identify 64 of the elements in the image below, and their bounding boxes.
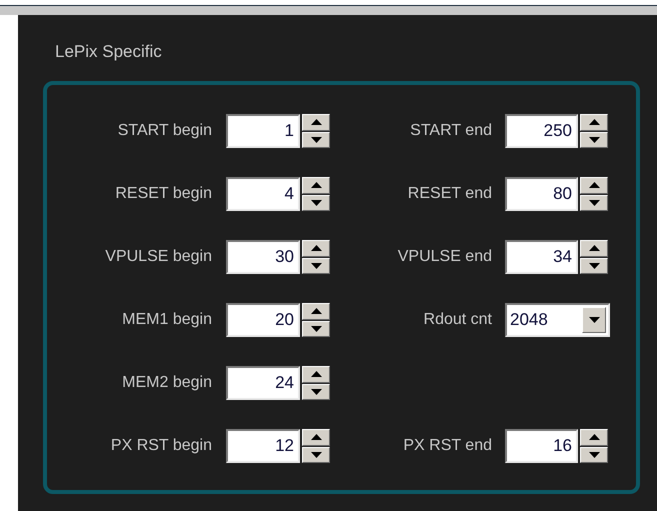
increment-button[interactable] bbox=[302, 114, 330, 130]
number-field[interactable]: 24 bbox=[226, 366, 300, 400]
field-label: START end bbox=[409, 121, 492, 141]
decrement-button[interactable] bbox=[302, 258, 330, 274]
increment-button[interactable] bbox=[302, 240, 330, 256]
up-triangle-icon bbox=[588, 119, 600, 126]
number-field[interactable]: 250 bbox=[505, 114, 578, 148]
down-triangle-icon bbox=[310, 326, 322, 332]
number-field[interactable]: 4 bbox=[226, 177, 300, 211]
increment-button[interactable] bbox=[580, 114, 608, 130]
down-triangle-icon bbox=[310, 388, 322, 395]
number-field[interactable]: 20 bbox=[226, 303, 300, 337]
up-triangle-icon bbox=[588, 182, 600, 188]
decrement-button[interactable] bbox=[302, 320, 330, 337]
up-triangle-icon bbox=[310, 119, 322, 126]
field-label: START begin bbox=[116, 121, 212, 141]
down-triangle-icon bbox=[588, 452, 600, 458]
down-triangle-icon bbox=[588, 200, 600, 206]
down-triangle-icon bbox=[310, 452, 322, 458]
field-label: VPULSE begin bbox=[104, 247, 212, 267]
up-triangle-icon bbox=[310, 308, 322, 314]
increment-button[interactable] bbox=[302, 177, 330, 194]
dropdown[interactable]: 2048 bbox=[505, 303, 610, 337]
panel-title: LePix Specific bbox=[55, 41, 162, 63]
decrement-button[interactable] bbox=[302, 194, 330, 211]
number-field[interactable]: 16 bbox=[505, 429, 578, 463]
decrement-button[interactable] bbox=[580, 194, 608, 211]
increment-button[interactable] bbox=[302, 303, 330, 320]
number-field[interactable]: 12 bbox=[226, 429, 300, 463]
field-label: PX RST begin bbox=[110, 436, 212, 456]
up-triangle-icon bbox=[588, 434, 600, 440]
up-triangle-icon bbox=[310, 434, 322, 440]
down-triangle-icon bbox=[588, 317, 600, 323]
number-field[interactable]: 34 bbox=[505, 240, 578, 274]
increment-button[interactable] bbox=[302, 366, 330, 382]
down-triangle-icon bbox=[310, 200, 322, 206]
decrement-button[interactable] bbox=[580, 132, 608, 148]
down-triangle-icon bbox=[588, 262, 600, 269]
up-triangle-icon bbox=[588, 245, 600, 252]
field-label: VPULSE end bbox=[396, 247, 492, 267]
field-label: PX RST end bbox=[402, 436, 492, 456]
number-field[interactable]: 1 bbox=[226, 114, 300, 148]
number-field[interactable]: 30 bbox=[226, 240, 300, 274]
down-triangle-icon bbox=[588, 136, 600, 143]
increment-button[interactable] bbox=[302, 429, 330, 446]
field-label: RESET end bbox=[406, 184, 492, 204]
decrement-button[interactable] bbox=[302, 446, 330, 463]
up-triangle-icon bbox=[310, 245, 322, 252]
field-label: RESET begin bbox=[114, 184, 212, 204]
up-triangle-icon bbox=[310, 182, 322, 188]
field-label: Rdout cnt bbox=[422, 310, 492, 330]
number-field[interactable]: 80 bbox=[505, 177, 578, 211]
field-label: MEM2 begin bbox=[121, 373, 212, 393]
decrement-button[interactable] bbox=[302, 384, 330, 400]
increment-button[interactable] bbox=[580, 429, 608, 446]
increment-button[interactable] bbox=[580, 177, 608, 194]
down-triangle-icon bbox=[310, 136, 322, 143]
decrement-button[interactable] bbox=[580, 446, 608, 463]
field-label: MEM1 begin bbox=[121, 310, 212, 330]
decrement-button[interactable] bbox=[580, 258, 608, 274]
increment-button[interactable] bbox=[580, 240, 608, 256]
up-triangle-icon bbox=[310, 371, 322, 378]
down-triangle-icon bbox=[310, 262, 322, 269]
decrement-button[interactable] bbox=[302, 132, 330, 148]
